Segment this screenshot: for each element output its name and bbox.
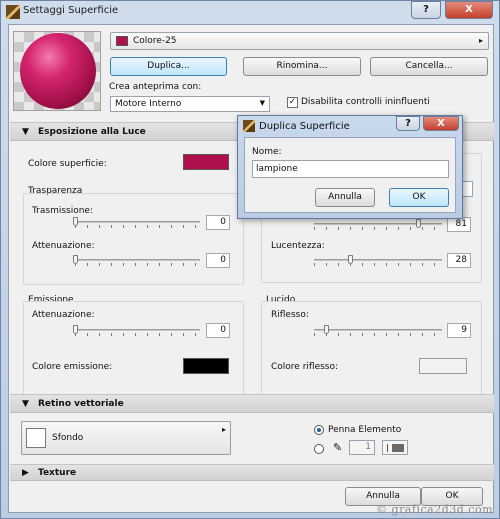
section-vector-title: Retino vettoriale	[38, 399, 124, 409]
emission-color-label: Colore emissione:	[32, 362, 113, 372]
duplicate-surface-dialog: Duplica Superficie ? X Nome: lampione An…	[237, 115, 463, 219]
dialog-close-button[interactable]: X	[423, 116, 459, 131]
settings-window: Settaggi Superficie ? X Colore-25 ▸ Dupl…	[0, 0, 500, 519]
slider-thumb[interactable]	[323, 325, 329, 334]
attenuation-value[interactable]: 0	[206, 253, 230, 268]
transmission-slider[interactable]	[73, 217, 200, 228]
transmission-value[interactable]: 0	[206, 215, 230, 230]
dropdown-arrow-icon: ▼	[259, 99, 265, 107]
section-light-title: Esposizione alla Luce	[38, 127, 146, 137]
dialog-title: Duplica Superficie	[259, 121, 350, 132]
name-input-value: lampione	[256, 164, 298, 174]
window-client: Colore-25 ▸ Duplica... Rinomina... Cance…	[8, 24, 494, 513]
expand-arrow-icon: ▼	[22, 399, 29, 409]
name-label: Nome:	[252, 147, 282, 157]
emission-attenuation-label: Attenuazione:	[32, 310, 95, 320]
section-texture[interactable]: ▶ Texture	[10, 464, 494, 481]
reflection-color-swatch[interactable]	[419, 358, 467, 374]
duplicate-button[interactable]: Duplica...	[110, 57, 227, 76]
window-title: Settaggi Superficie	[23, 5, 119, 16]
reflection-value[interactable]: 9	[447, 323, 471, 338]
reflection-slider[interactable]	[314, 325, 442, 336]
rename-button[interactable]: Rinomina...	[243, 57, 361, 76]
upper-right-slider[interactable]	[314, 219, 442, 230]
reflection-color-label: Colore riflesso:	[271, 362, 339, 372]
expand-arrow-icon: ▼	[22, 127, 29, 137]
emission-color-swatch[interactable]	[183, 358, 229, 374]
preview-sphere	[20, 33, 96, 109]
surface-selector[interactable]: Colore-25 ▸	[110, 32, 489, 50]
pen-element-label: Penna Elemento	[328, 425, 402, 435]
slider-thumb[interactable]	[347, 255, 353, 264]
gloss-slider[interactable]	[314, 255, 442, 266]
dialog-help-button[interactable]: ?	[396, 116, 420, 131]
archicad-logo-icon	[6, 5, 20, 19]
archicad-logo-icon	[243, 120, 255, 132]
watermark: © grafica2d3d.com	[376, 503, 493, 516]
title-bar[interactable]: Settaggi Superficie ? X	[1, 1, 499, 23]
fill-preview	[26, 428, 46, 448]
dialog-ok-button[interactable]: OK	[389, 188, 449, 207]
chevron-right-icon: ▸	[478, 36, 483, 45]
dialog-client: Nome: lampione Annulla OK	[244, 137, 456, 213]
fill-label: Sfondo	[52, 433, 84, 443]
chevron-right-icon: ▸	[221, 425, 226, 434]
disable-controls-label: Disabilita controlli ininfluenti	[301, 97, 430, 107]
preview-engine-label: Crea anteprima con:	[109, 82, 202, 92]
upper-right-value[interactable]: 81	[447, 217, 471, 232]
section-texture-title: Texture	[38, 468, 77, 478]
name-input[interactable]: lampione	[252, 160, 449, 178]
surface-color-label: Colore superficie:	[28, 159, 107, 169]
reflection-label: Riflesso:	[271, 310, 309, 320]
slider-thumb[interactable]	[73, 255, 78, 264]
surface-color-chip	[116, 36, 128, 46]
slider-thumb[interactable]	[73, 217, 78, 226]
gloss-value[interactable]: 28	[447, 253, 471, 268]
attenuation-slider[interactable]	[73, 255, 200, 266]
pen-color-field[interactable]	[382, 440, 408, 455]
preview-engine-select[interactable]: Motore Interno ▼	[110, 96, 270, 112]
emission-attenuation-slider[interactable]	[73, 325, 200, 336]
pen-number-field[interactable]: 1	[349, 440, 375, 455]
preview-engine-value: Motore Interno	[115, 99, 182, 109]
slider-thumb[interactable]	[73, 325, 78, 334]
delete-button[interactable]: Cancella...	[370, 57, 488, 76]
section-vector-hatch[interactable]: ▼ Retino vettoriale	[10, 394, 494, 413]
collapse-arrow-icon: ▶	[22, 468, 29, 478]
dialog-cancel-button[interactable]: Annulla	[315, 188, 375, 207]
surface-name: Colore-25	[133, 36, 177, 46]
pen-icon: ✎	[333, 441, 343, 454]
close-button[interactable]: X	[445, 1, 493, 19]
disable-controls-checkbox[interactable]: ✓	[287, 97, 298, 108]
slider-thumb[interactable]	[415, 219, 421, 228]
emission-attenuation-value[interactable]: 0	[206, 323, 230, 338]
attenuation-label: Attenuazione:	[32, 241, 95, 251]
surface-preview	[13, 31, 101, 111]
help-button[interactable]: ?	[411, 1, 441, 19]
fill-selector[interactable]: Sfondo ▸	[21, 421, 231, 455]
surface-color-swatch[interactable]	[183, 154, 229, 170]
gloss-label: Lucentezza:	[271, 241, 325, 251]
transmission-label: Trasmissione:	[32, 206, 94, 216]
custom-pen-radio[interactable]	[314, 444, 324, 454]
pen-element-radio[interactable]	[314, 425, 324, 435]
